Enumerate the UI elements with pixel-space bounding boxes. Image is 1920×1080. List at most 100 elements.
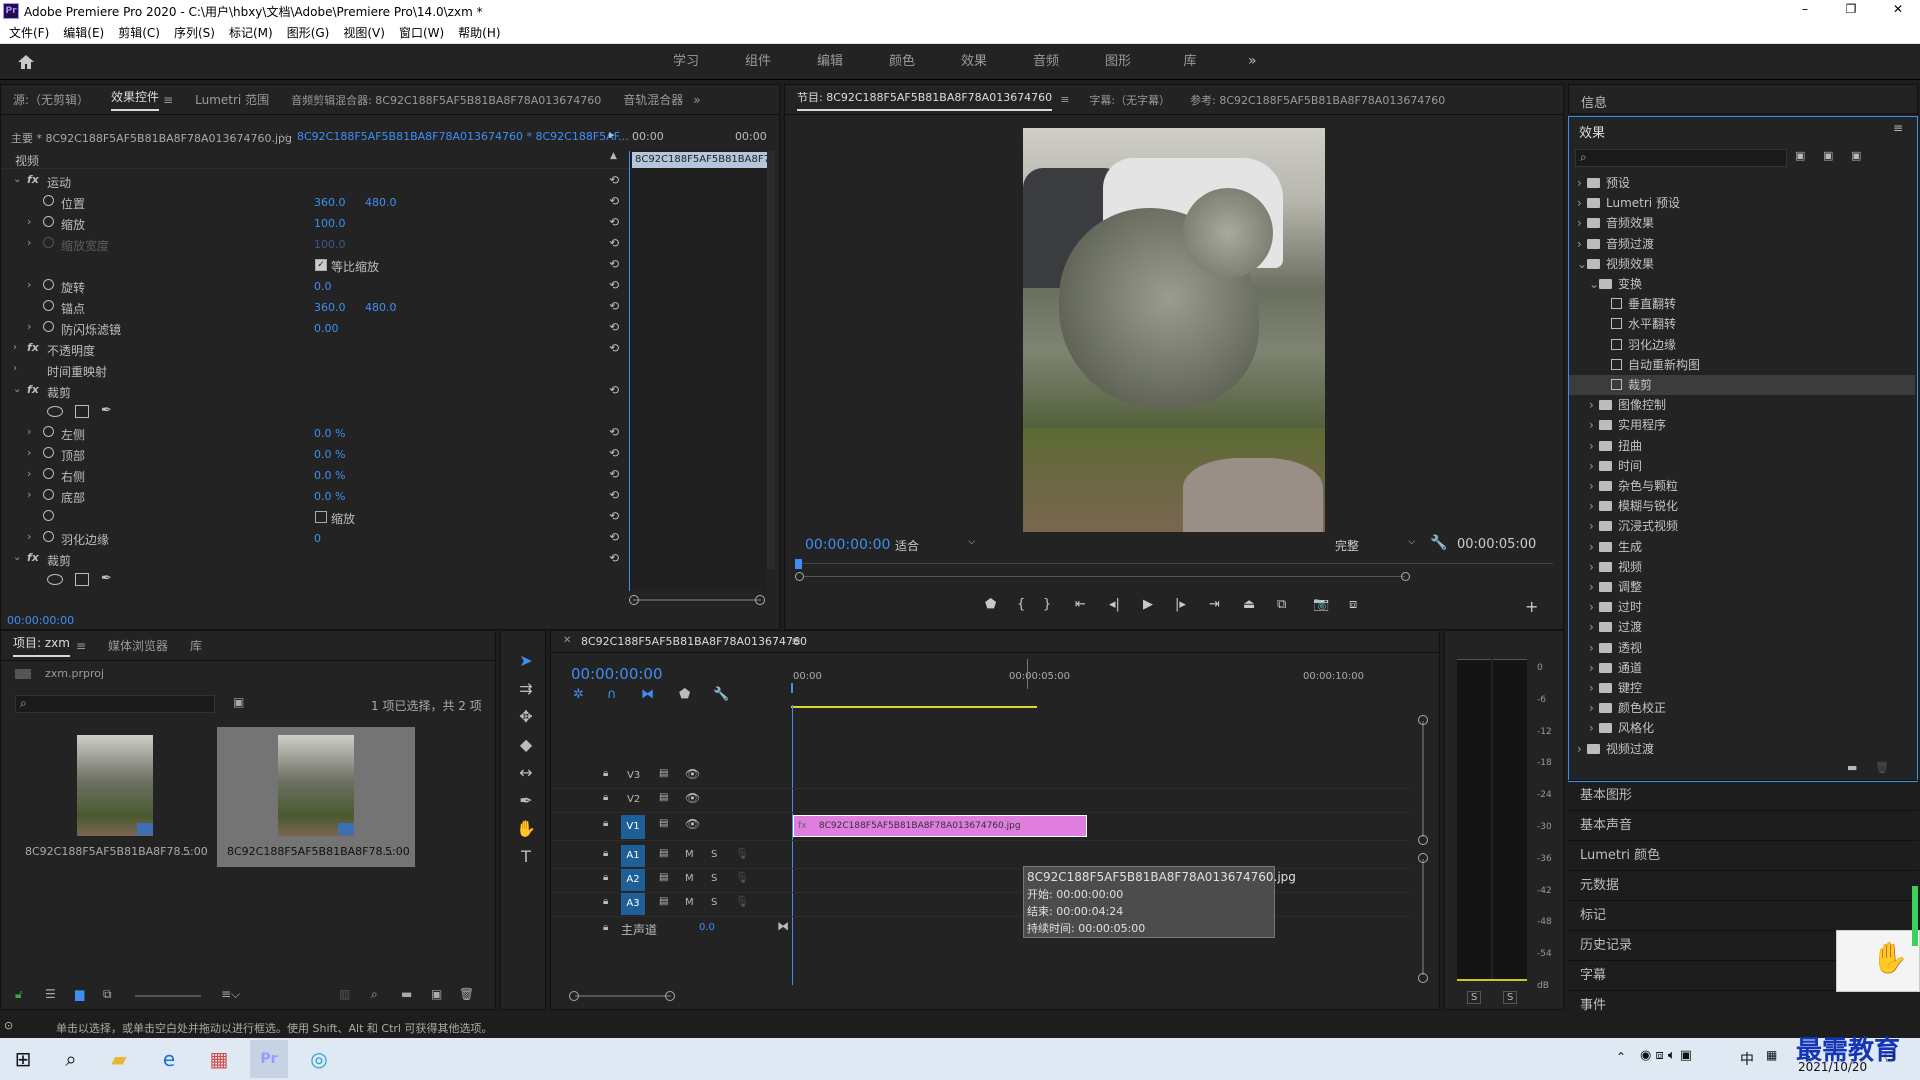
chevron-right-icon[interactable]: › — [27, 278, 31, 291]
sync-lock-icon[interactable]: ▤ — [659, 768, 668, 779]
side-scroll-green[interactable] — [1912, 886, 1918, 946]
chevron-down-icon[interactable]: ⌵ — [280, 128, 288, 142]
solo-right-button[interactable]: S — [1503, 991, 1518, 1004]
effects-folder[interactable]: › 颜色校正 — [1569, 698, 1915, 718]
close-button[interactable]: ✕ — [1883, 2, 1913, 16]
ec-value-1[interactable]: 100.0 — [314, 217, 346, 230]
scroll-up-icon[interactable]: ▲ — [610, 151, 617, 161]
chevron-right-icon[interactable]: › — [1577, 173, 1587, 193]
checkbox[interactable]: ✓ — [315, 259, 327, 271]
accelerated-effects-icon[interactable]: ▣ — [1795, 149, 1805, 162]
ec-property-row[interactable]: 位置 360.0 480.0 ⟲ — [1, 192, 619, 213]
chevron-down-icon[interactable]: ⌄ — [1577, 254, 1587, 274]
trash-icon[interactable]: 🗑︎ — [1875, 761, 1889, 774]
go-to-in-icon[interactable]: ⇤ — [1075, 597, 1086, 612]
sync-lock-icon[interactable]: ▤ — [659, 818, 668, 829]
effects-folder[interactable]: › 视频过渡 — [1569, 739, 1915, 759]
mark-in-icon[interactable]: { — [1017, 597, 1025, 612]
play-icon[interactable]: ▶ — [1143, 597, 1153, 612]
timeline-settings-icon[interactable]: 🔧 — [713, 687, 729, 702]
lift-icon[interactable]: ⏏ — [1243, 597, 1255, 612]
ec-property-row[interactable]: 锚点 360.0 480.0 ⟲ — [1, 297, 619, 318]
effects-folder[interactable]: › 实用程序 — [1569, 415, 1915, 435]
more-panels-icon[interactable]: » — [693, 93, 700, 107]
workspace-color[interactable]: 颜色 — [866, 44, 938, 80]
store-icon[interactable]: ▦ — [200, 1040, 238, 1078]
effects-folder[interactable]: › 生成 — [1569, 537, 1915, 557]
ec-property-row[interactable]: › 缩放 100.0 ⟲ — [1, 213, 619, 234]
chevron-right-icon[interactable]: › — [27, 488, 31, 501]
chevron-right-icon[interactable]: › — [1577, 213, 1587, 233]
menu-view[interactable]: 视图(V) — [336, 22, 392, 44]
tab-lumetri-scopes[interactable]: Lumetri 范围 — [195, 91, 269, 108]
chevron-right-icon[interactable]: › — [27, 467, 31, 480]
chevron-right-icon[interactable]: › — [1589, 638, 1599, 658]
effects-preset[interactable]: 自动重新构图 — [1569, 355, 1915, 375]
reset-icon[interactable]: ⟲ — [609, 488, 619, 502]
timeline-timecode[interactable]: 00:00:00:00 — [571, 665, 663, 683]
reset-icon[interactable]: ⟲ — [609, 299, 619, 313]
ec-effect-row[interactable]: › fx 不透明度 ⟲ — [1, 339, 619, 360]
reset-icon[interactable]: ⟲ — [609, 215, 619, 229]
effects-folder[interactable]: › 沉浸式视频 — [1569, 516, 1915, 536]
chevron-right-icon[interactable]: › — [1577, 234, 1587, 254]
reset-icon[interactable]: ⟲ — [609, 278, 619, 292]
reset-icon[interactable]: ⟲ — [609, 341, 619, 355]
minimize-button[interactable]: – — [1790, 2, 1820, 16]
lock-track-icon[interactable]: 🔒︎ — [603, 768, 608, 779]
close-tab-icon[interactable]: ✕ — [563, 635, 571, 646]
menu-graphics[interactable]: 图形(G) — [280, 22, 337, 44]
rectangle-mask-icon[interactable] — [75, 405, 89, 418]
ec-scrollbar[interactable] — [767, 151, 775, 569]
timeline-clip[interactable]: fx 8C92C188F5AF5B81BA8F78A013674760.jpg — [793, 815, 1087, 837]
solo-button[interactable]: S — [711, 897, 717, 908]
effects-preset[interactable]: 裁剪 — [1569, 375, 1915, 395]
go-to-end-icon[interactable]: ⧓ — [777, 919, 789, 933]
ec-property-row[interactable]: › 防闪烁滤镜 0.00 ⟲ — [1, 318, 619, 339]
ec-master-clip[interactable]: 主要 * 8C92C188F5AF5B81BA8F78A013674760.jp… — [11, 130, 292, 146]
lock-track-icon[interactable]: 🔒︎ — [603, 896, 608, 907]
reset-icon[interactable]: ⟲ — [609, 236, 619, 250]
effects-preset[interactable]: 水平翻转 — [1569, 314, 1915, 334]
reset-icon[interactable]: ⟲ — [609, 257, 619, 271]
ec-property-row[interactable]: ✒ — [1, 570, 609, 591]
reset-icon[interactable]: ⟲ — [609, 173, 619, 187]
reset-icon[interactable]: ⟲ — [609, 383, 619, 397]
keyboard-icon[interactable]: ▦ — [1766, 1048, 1777, 1062]
find-icon[interactable]: ⌕ — [371, 987, 378, 1002]
project-search-input[interactable]: ⌕ — [15, 695, 215, 713]
chevron-right-icon[interactable]: › — [1589, 557, 1599, 577]
new-bin-icon[interactable]: ▬ — [401, 987, 412, 1001]
effects-folder[interactable]: ⌄ 视频效果 — [1569, 254, 1915, 274]
menu-window[interactable]: 窗口(W) — [392, 22, 451, 44]
reset-icon[interactable]: ⟲ — [609, 194, 619, 208]
track-name[interactable]: A3 — [621, 893, 645, 915]
chevron-right-icon[interactable]: › — [1589, 718, 1599, 738]
browser-icon[interactable]: ◎ — [300, 1040, 338, 1078]
ec-clip-bar[interactable]: 8C92C188F5AF5B81BA8F7 — [632, 152, 768, 168]
solo-left-button[interactable]: S — [1467, 991, 1482, 1004]
effects-folder[interactable]: › 透视 — [1569, 638, 1915, 658]
menu-clip[interactable]: 剪辑(C) — [111, 22, 167, 44]
tab-effect-controls[interactable]: 效果控件 — [111, 88, 160, 111]
reset-icon[interactable]: ⟲ — [609, 509, 619, 523]
stopwatch-icon[interactable] — [43, 468, 54, 479]
effects-folder[interactable]: › 键控 — [1569, 678, 1915, 698]
sort-icon[interactable]: ≡⌵ — [221, 987, 240, 1002]
ec-effect-row[interactable]: ⌄ fx 裁剪 ⟲ — [1, 549, 619, 570]
track-name[interactable]: V1 — [621, 815, 645, 839]
effects-folder[interactable]: › 视频 — [1569, 557, 1915, 577]
list-view-icon[interactable]: ☰ — [45, 987, 56, 1001]
ec-value-1[interactable]: 360.0 — [314, 301, 346, 314]
chevron-right-icon[interactable]: › — [1589, 597, 1599, 617]
icon-view-icon[interactable]: ▆ — [75, 987, 84, 1001]
ec-zoom-slider[interactable] — [629, 595, 767, 605]
timeline-ruler[interactable]: 00:00 00:00:05:00 00:00:10:00 — [791, 659, 1415, 709]
mute-button[interactable]: M — [685, 897, 694, 908]
fit-dropdown[interactable]: 适合 ⌵ — [895, 537, 975, 554]
yuv-effects-icon[interactable]: ▣ — [1851, 149, 1861, 162]
microphone-icon[interactable]: 🎙︎ — [735, 871, 749, 884]
checkbox[interactable] — [315, 511, 327, 523]
reset-icon[interactable]: ⟲ — [609, 467, 619, 481]
button-editor-plus-icon[interactable]: + — [1525, 597, 1538, 616]
